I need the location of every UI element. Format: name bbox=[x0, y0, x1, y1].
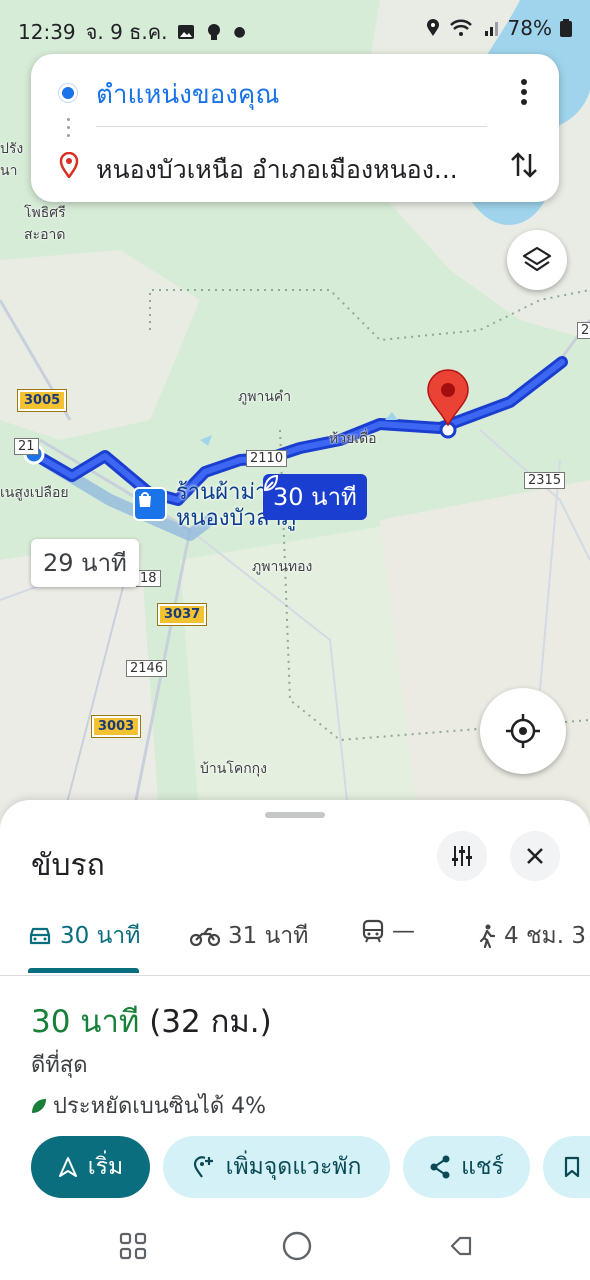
road-shield: 2110 bbox=[246, 450, 288, 467]
tab-label: 30 นาที bbox=[60, 923, 141, 949]
route-time-label[interactable]: 30 นาที bbox=[263, 474, 367, 520]
sliders-icon bbox=[452, 846, 472, 866]
bulb-icon bbox=[208, 24, 221, 40]
share-button[interactable]: แชร์ bbox=[403, 1136, 530, 1198]
route-card: ตำแหน่งของคุณ หนองบัวเหนือ อำเภอเมืองหนอ… bbox=[31, 54, 559, 202]
sheet-drag-handle[interactable] bbox=[265, 812, 325, 818]
place-label: ห้วยเดื่อ bbox=[329, 431, 377, 447]
destination-field[interactable]: หนองบัวเหนือ อำเภอเมืองหนอง... bbox=[96, 150, 476, 190]
my-location-button[interactable] bbox=[480, 688, 566, 774]
back-icon[interactable] bbox=[444, 1228, 480, 1264]
tab-transit[interactable]: — bbox=[362, 918, 415, 944]
recent-apps-icon[interactable] bbox=[115, 1228, 151, 1264]
tab-drive[interactable]: 30 นาที bbox=[28, 918, 140, 954]
share-label: แชร์ bbox=[461, 1154, 504, 1180]
close-icon bbox=[527, 848, 543, 864]
eco-text: ประหยัดเบนซินได้ 4% bbox=[53, 1094, 267, 1119]
tab-label: 4 ชม. 3 bbox=[504, 923, 586, 949]
layers-icon bbox=[522, 246, 552, 272]
add-stop-button[interactable]: เพิ่มจุดแวะพัก bbox=[163, 1136, 390, 1198]
tab-label: — bbox=[392, 918, 415, 944]
walk-icon bbox=[479, 924, 496, 948]
highway-shield: 3037 bbox=[156, 603, 208, 626]
date: จ. 9 ธ.ค. bbox=[85, 20, 168, 44]
share-icon bbox=[430, 1155, 450, 1179]
location-icon bbox=[426, 19, 439, 36]
crosshair-icon bbox=[506, 714, 540, 748]
road-shield: 2146 bbox=[126, 660, 168, 677]
place-label: ปรัง นา bbox=[0, 141, 24, 179]
train-icon bbox=[362, 919, 384, 943]
bookmark-icon bbox=[564, 1156, 580, 1178]
home-icon[interactable] bbox=[279, 1228, 315, 1264]
road-shield: 2 bbox=[577, 322, 590, 339]
route-quality: ดีที่สุด bbox=[31, 1053, 88, 1078]
highway-shield: 3003 bbox=[90, 715, 142, 738]
divider bbox=[96, 126, 487, 127]
alt-route-time-label[interactable]: 29 นาที bbox=[31, 539, 139, 587]
navigation-arrow-icon bbox=[58, 1157, 77, 1177]
battery-percent: 78% bbox=[507, 16, 552, 40]
start-button[interactable]: เริ่ม bbox=[31, 1136, 150, 1198]
signal-icon bbox=[484, 22, 498, 36]
layers-button[interactable] bbox=[507, 230, 567, 290]
road-shield: 18 bbox=[136, 570, 161, 587]
route-dots-icon bbox=[67, 118, 70, 142]
place-label: โพธิศรี สะอาด bbox=[24, 205, 66, 243]
more-options-icon[interactable] bbox=[509, 76, 539, 108]
wifi-icon bbox=[449, 19, 472, 36]
travel-mode-tabs: 30 นาที 31 นาที — 4 ชม. 3 bbox=[0, 908, 590, 976]
system-nav-bar bbox=[0, 1212, 590, 1280]
car-icon bbox=[29, 927, 51, 945]
sheet-title: ขับรถ bbox=[31, 848, 105, 883]
origin-dot-icon bbox=[59, 84, 77, 102]
place-label: บ้านโคกกุง bbox=[200, 761, 267, 777]
motorcycle-icon bbox=[190, 927, 220, 946]
origin-field[interactable]: ตำแหน่งของคุณ bbox=[96, 74, 279, 115]
active-tab-indicator bbox=[28, 968, 139, 973]
clock: 12:39 bbox=[18, 20, 76, 44]
gallery-icon bbox=[178, 25, 195, 39]
start-label: เริ่ม bbox=[87, 1154, 124, 1180]
battery-icon bbox=[560, 19, 572, 37]
add-stop-label: เพิ่มจุดแวะพัก bbox=[225, 1154, 362, 1180]
swap-icon[interactable] bbox=[507, 148, 541, 182]
place-label: ภูพานคำ bbox=[238, 389, 292, 405]
eco-leaf-icon bbox=[32, 1098, 46, 1113]
tab-label: 31 นาที bbox=[228, 923, 309, 949]
summary-time: 30 นาที bbox=[31, 1004, 140, 1040]
shop-marker-icon[interactable] bbox=[133, 487, 167, 521]
route-time-text: 30 นาที bbox=[273, 483, 357, 511]
eco-info: ประหยัดเบนซินได้ 4% bbox=[31, 1088, 266, 1123]
summary-distance: (32 กม.) bbox=[139, 1004, 272, 1040]
tab-motorcycle[interactable]: 31 นาที bbox=[190, 918, 308, 954]
route-options-button[interactable] bbox=[437, 831, 487, 881]
status-bar: 12:39 จ. 9 ธ.ค. ● 78% bbox=[0, 0, 590, 58]
add-location-icon bbox=[193, 1156, 213, 1178]
place-label: ภูพานทอง bbox=[252, 559, 313, 575]
tab-walk[interactable]: 4 ชม. 3 bbox=[478, 918, 586, 954]
route-summary: 30 นาที (32 กม.) bbox=[31, 996, 272, 1046]
eco-leaf-icon bbox=[263, 474, 279, 492]
notification-dot-icon: ● bbox=[233, 24, 246, 40]
close-button[interactable] bbox=[510, 831, 560, 881]
destination-pin-icon bbox=[59, 152, 79, 178]
road-shield: 2315 bbox=[524, 472, 566, 489]
road-shield: 21 bbox=[14, 438, 39, 455]
highway-shield: 3005 bbox=[16, 389, 68, 412]
place-label: เนสูงเปลือย bbox=[0, 485, 69, 501]
